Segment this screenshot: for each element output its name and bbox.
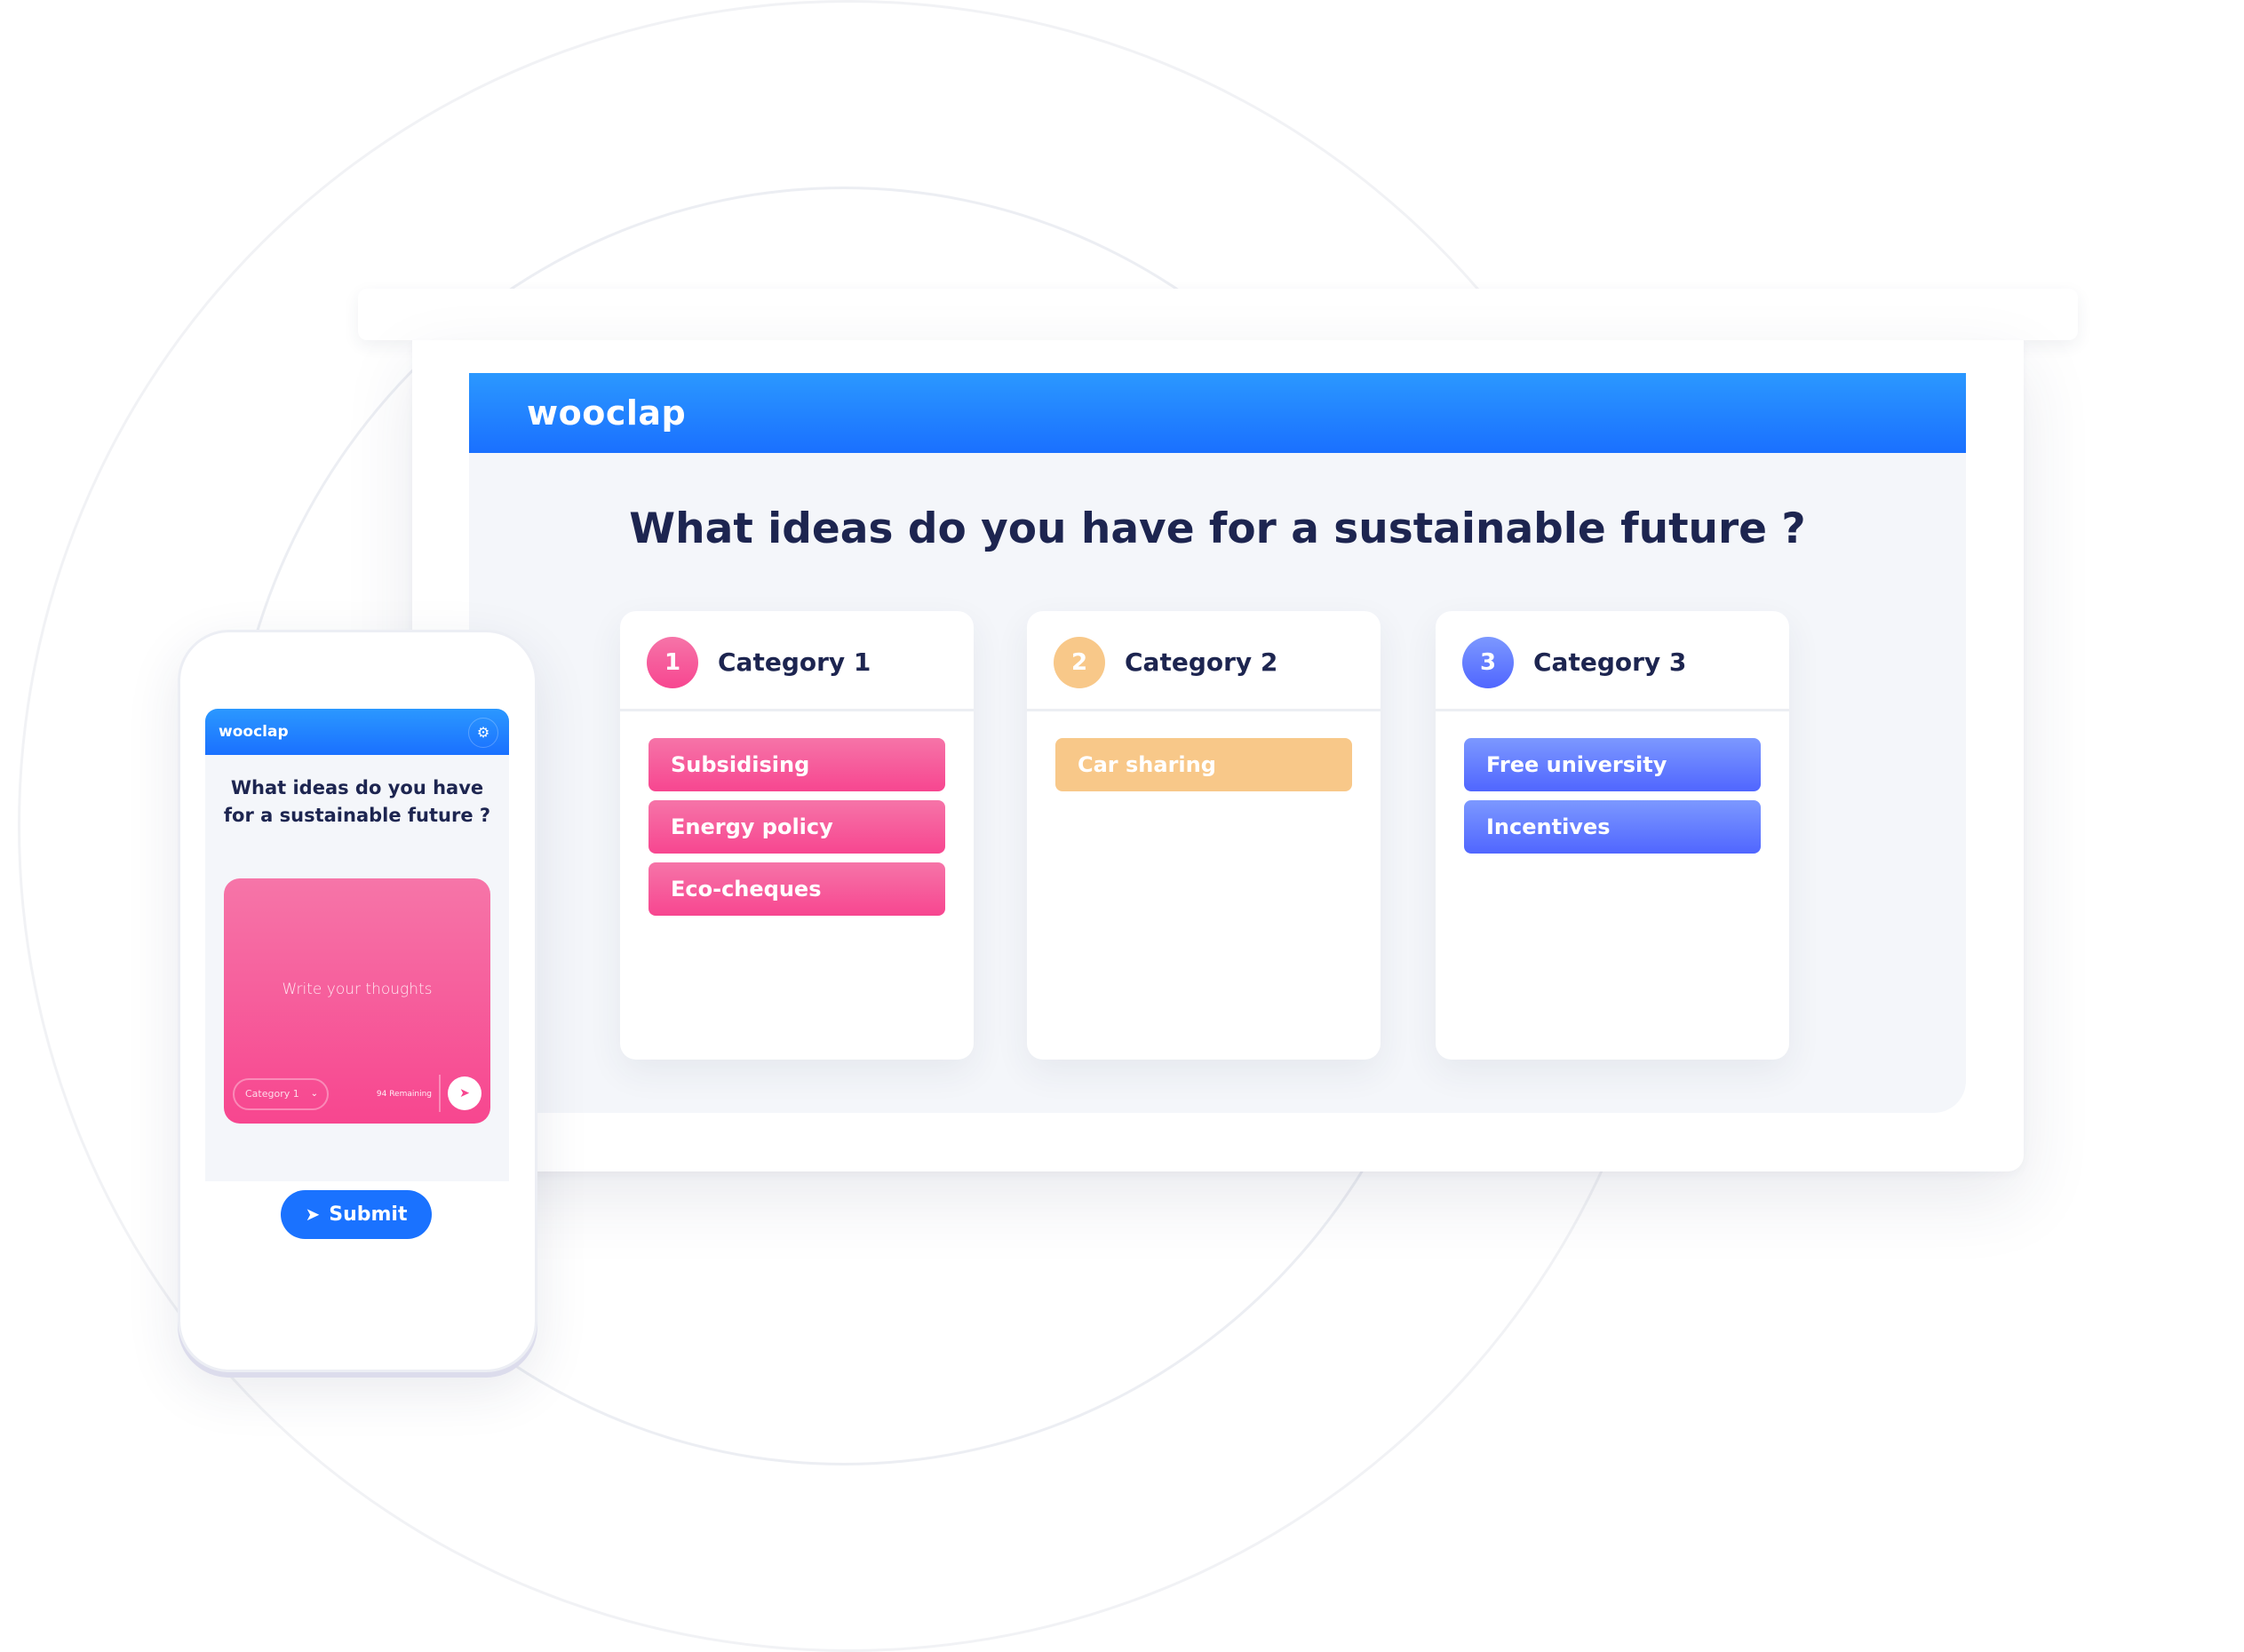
idea-item[interactable]: Car sharing <box>1055 738 1352 791</box>
phone-body: What ideas do you have for a sustainable… <box>205 755 509 1181</box>
phone-question: What ideas do you have for a sustainable… <box>223 777 491 826</box>
idea-item[interactable]: Energy policy <box>649 800 945 854</box>
divider <box>439 1075 441 1112</box>
category-card-3: 3 Category 3 Free university Incentives <box>1436 611 1789 1060</box>
category-card-2: 2 Category 2 Car sharing <box>1027 611 1381 1060</box>
phone-mockup: wooclap ⚙ What ideas do you have for a s… <box>178 630 537 1372</box>
category-title: Category 2 <box>1125 647 1278 677</box>
phone-header: wooclap ⚙ <box>205 709 509 755</box>
idea-item[interactable]: Subsidising <box>649 738 945 791</box>
thought-input[interactable]: Write your thoughts Category 1 ⌄ 94 Rema… <box>224 878 490 1124</box>
category-number-badge: 1 <box>647 637 698 688</box>
slide-body: What ideas do you have for a sustainable… <box>469 453 1966 1113</box>
projector-screen-bar <box>358 289 2078 340</box>
slide-header: wooclap <box>469 373 1966 453</box>
idea-item[interactable]: Free university <box>1464 738 1761 791</box>
idea-item[interactable]: Incentives <box>1464 800 1761 854</box>
paper-plane-icon[interactable]: ➤ <box>448 1076 481 1110</box>
wooclap-logo: wooclap <box>219 723 289 741</box>
submit-label: Submit <box>329 1203 408 1226</box>
projector-screen: wooclap What ideas do you have for a sus… <box>412 340 2024 1171</box>
submit-button[interactable]: ➤ Submit <box>281 1190 432 1239</box>
input-placeholder: Write your thoughts <box>282 981 433 998</box>
category-select-value: Category 1 <box>245 1088 299 1100</box>
category-title: Category 3 <box>1533 647 1687 677</box>
gear-icon[interactable]: ⚙ <box>468 718 498 748</box>
category-title: Category 1 <box>718 647 871 677</box>
idea-item[interactable]: Eco-cheques <box>649 862 945 916</box>
category-card-header: 1 Category 1 <box>620 611 974 711</box>
wooclap-logo: wooclap <box>527 393 687 433</box>
category-card-1: 1 Category 1 Subsidising Energy policy E… <box>620 611 974 1060</box>
chevron-down-icon: ⌄ <box>310 1089 318 1099</box>
question-title: What ideas do you have for a sustainable… <box>629 504 1806 553</box>
category-number-badge: 2 <box>1054 637 1105 688</box>
paper-plane-icon: ➤ <box>305 1203 321 1225</box>
phone-screen: wooclap ⚙ What ideas do you have for a s… <box>205 709 509 1242</box>
category-card-header: 3 Category 3 <box>1436 611 1789 711</box>
remaining-counter: 94 Remaining <box>376 1090 432 1099</box>
category-select[interactable]: Category 1 ⌄ <box>233 1078 329 1110</box>
category-card-header: 2 Category 2 <box>1027 611 1381 711</box>
category-number-badge: 3 <box>1462 637 1514 688</box>
